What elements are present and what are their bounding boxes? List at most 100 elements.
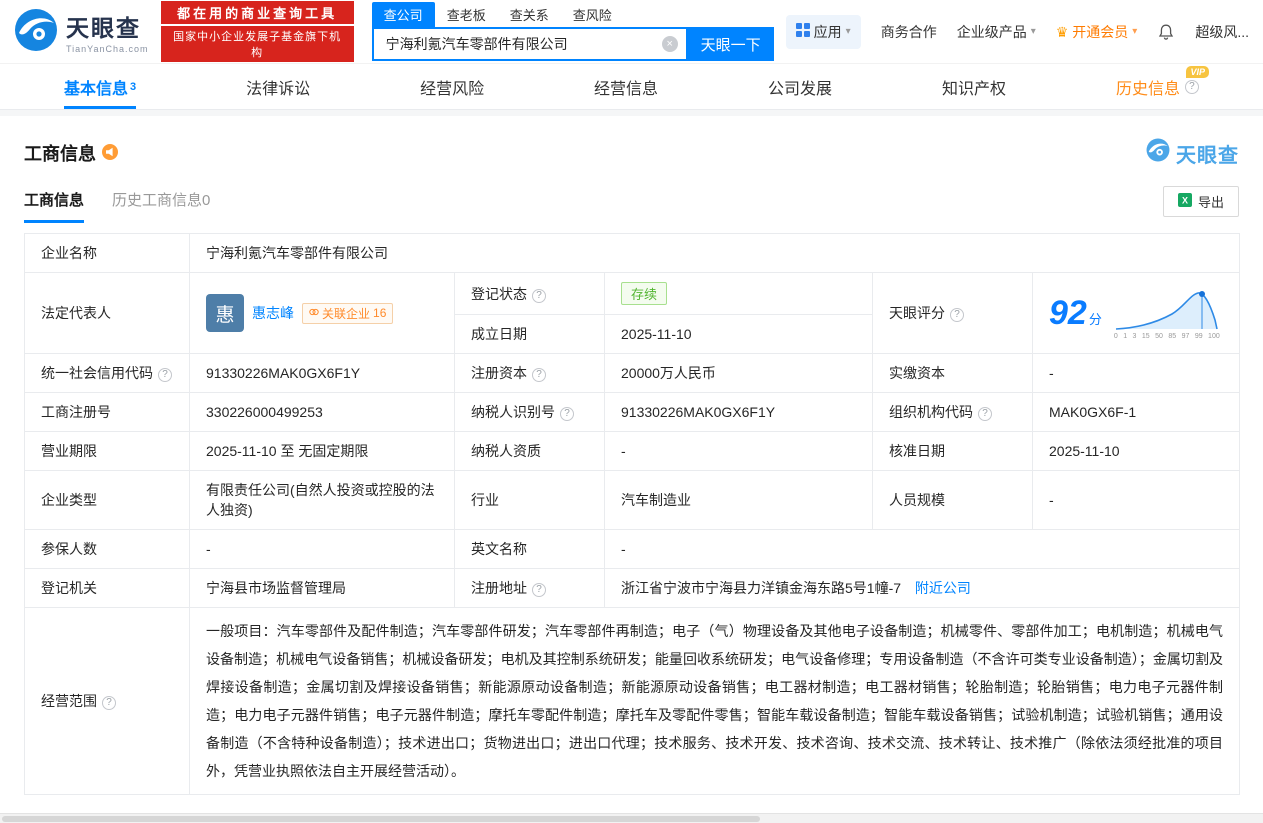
- business-term-value: 2025-11-10 至 无固定期限: [189, 431, 455, 471]
- logo-subtitle: TianYanCha.com: [66, 44, 149, 54]
- watermark-text: 天眼查: [1176, 144, 1239, 167]
- approve-date-value: 2025-11-10: [1032, 431, 1240, 471]
- industry-value: 汽车制造业: [604, 470, 873, 530]
- search-box: ×: [371, 27, 688, 61]
- english-name-label: 英文名称: [454, 529, 605, 569]
- help-icon[interactable]: ?: [532, 288, 546, 303]
- watermark-logo: 天眼查: [1146, 138, 1239, 168]
- brand-slogan: 都在用的商业查询工具 国家中小企业发展子基金旗下机构: [160, 1, 354, 62]
- megaphone-icon[interactable]: [102, 143, 118, 163]
- search-tab-relation[interactable]: 查关系: [498, 2, 561, 27]
- company-section-tabs: 基本信息 3 法律诉讼 经营风险 经营信息 公司发展 知识产权 历史信息 ? VI…: [0, 64, 1263, 110]
- approve-date-label: 核准日期: [872, 431, 1033, 471]
- taxpayer-quality-value: -: [604, 431, 873, 471]
- org-code-value: MAK0GX6F-1: [1032, 392, 1240, 432]
- caret-down-icon: ▾: [1132, 26, 1138, 37]
- search-button[interactable]: 天眼一下: [687, 27, 774, 61]
- help-icon[interactable]: ?: [532, 368, 546, 382]
- search-tabs: 查公司 查老板 查关系 查风险: [371, 2, 774, 27]
- company-name-value: 宁海利氪汽车零部件有限公司: [189, 233, 1240, 273]
- reg-status-value: 存续: [604, 272, 873, 315]
- legal-rep-cell: 惠 惠志峰 关联企业 16: [189, 272, 455, 354]
- taxpayer-no-value: 91330226MAK0GX6F1Y: [604, 392, 873, 432]
- clear-search-icon[interactable]: ×: [661, 36, 678, 52]
- help-icon[interactable]: ?: [532, 583, 546, 597]
- slogan-line-1: 都在用的商业查询工具: [160, 1, 354, 24]
- tab-history-info[interactable]: 历史信息 ? VIP: [1116, 64, 1209, 109]
- apps-label: 应用: [813, 23, 842, 40]
- link-icon: [309, 306, 319, 320]
- nav-open-vip[interactable]: ♛ 开通会员 ▾: [1056, 22, 1138, 42]
- help-icon[interactable]: ?: [950, 308, 964, 322]
- search-input[interactable]: [383, 35, 662, 53]
- table-row: 参保人数 - 英文名称 -: [24, 529, 1240, 569]
- subtabs: 工商信息 历史工商信息0: [24, 189, 210, 223]
- taxpayer-no-label: 纳税人识别号?: [454, 392, 605, 432]
- help-icon[interactable]: ?: [102, 696, 116, 710]
- score-distribution-chart: 0 1 3 15 50 85 97 99 100: [1114, 286, 1220, 340]
- tab-legal-lawsuits[interactable]: 法律诉讼: [246, 64, 310, 109]
- excel-icon: X: [1177, 193, 1192, 210]
- table-row: 营业期限 2025-11-10 至 无固定期限 纳税人资质 - 核准日期 202…: [24, 431, 1240, 471]
- help-icon[interactable]: ?: [978, 407, 992, 421]
- insured-num-label: 参保人数: [24, 529, 190, 569]
- help-icon[interactable]: ?: [560, 407, 574, 421]
- search-tab-company[interactable]: 查公司: [371, 2, 435, 27]
- search-tab-risk[interactable]: 查风险: [561, 2, 624, 27]
- table-row: 统一社会信用代码? 91330226MAK0GX6F1Y 注册资本? 20000…: [24, 353, 1240, 393]
- establish-date-label: 成立日期: [454, 314, 605, 354]
- reg-status-label: 登记状态?: [454, 272, 605, 315]
- tab-intellectual-property[interactable]: 知识产权: [942, 64, 1006, 109]
- business-info-table: 企业名称 宁海利氪汽车零部件有限公司 法定代表人 惠 惠志峰 关联企业 16 登…: [24, 233, 1240, 795]
- nav-super-risk[interactable]: 超级风...: [1195, 22, 1249, 42]
- slogan-line-2: 国家中小企业发展子基金旗下机构: [160, 26, 354, 62]
- related-companies-badge[interactable]: 关联企业 16: [302, 302, 394, 324]
- related-count: 16: [373, 306, 387, 320]
- table-row: 企业类型 有限责任公司(自然人投资或控股的法人独资) 行业 汽车制造业 人员规模…: [24, 470, 1240, 530]
- insured-num-value: -: [189, 529, 455, 569]
- legal-rep-name[interactable]: 惠志峰: [252, 303, 294, 323]
- nearby-companies-link[interactable]: 附近公司: [915, 580, 971, 596]
- apps-menu[interactable]: 应用 ▾: [785, 14, 861, 49]
- tianyan-score[interactable]: 92 分: [1049, 296, 1102, 330]
- caret-down-icon: ▾: [845, 26, 851, 37]
- notification-bell-icon[interactable]: [1157, 23, 1175, 41]
- reg-authority-value: 宁海县市场监督管理局: [189, 568, 455, 608]
- nav-enterprise[interactable]: 企业级产品 ▾: [957, 22, 1036, 42]
- tab-company-development[interactable]: 公司发展: [768, 64, 832, 109]
- company-name-label: 企业名称: [24, 233, 190, 273]
- top-header: 天眼查 TianYanCha.com 都在用的商业查询工具 国家中小企业发展子基…: [0, 0, 1263, 64]
- svg-text:X: X: [1182, 196, 1188, 206]
- tianyancha-logo[interactable]: 天眼查 TianYanCha.com: [14, 8, 149, 55]
- table-row: 法定代表人 惠 惠志峰 关联企业 16 登记状态? 存续 天眼评分 ? 92 分…: [24, 272, 1240, 354]
- reg-capital-value: 20000万人民币: [604, 353, 873, 393]
- score-cell: 92 分 0 1 3 15 50 85 97 99 100: [1032, 272, 1240, 354]
- horizontal-scrollbar[interactable]: [0, 813, 1263, 823]
- establish-date-value: 2025-11-10: [604, 314, 873, 354]
- subtab-business-info[interactable]: 工商信息: [24, 189, 85, 223]
- subtab-history-business-info[interactable]: 历史工商信息0: [112, 189, 210, 223]
- apps-grid-icon: [795, 23, 810, 40]
- section-title: 工商信息: [24, 144, 96, 164]
- paid-capital-label: 实缴资本: [872, 353, 1033, 393]
- table-row: 经营范围? 一般项目：汽车零部件及配件制造；汽车零部件研发；汽车零部件再制造；电…: [24, 607, 1240, 795]
- nav-cooperation[interactable]: 商务合作: [881, 22, 937, 42]
- export-button[interactable]: X 导出: [1162, 186, 1239, 217]
- legal-rep-avatar[interactable]: 惠: [206, 294, 244, 332]
- legal-rep-label: 法定代表人: [24, 272, 190, 354]
- enterprise-label: 企业级产品: [956, 23, 1027, 40]
- scrollbar-thumb[interactable]: [2, 816, 760, 822]
- help-icon[interactable]: ?: [1184, 79, 1199, 94]
- tab-basic-info[interactable]: 基本信息 3: [64, 64, 137, 109]
- company-type-value: 有限责任公司(自然人投资或控股的法人独资): [189, 470, 455, 530]
- business-scope-value: 一般项目：汽车零部件及配件制造；汽车零部件研发；汽车零部件再制造；电子（气）物理…: [189, 607, 1240, 795]
- help-icon[interactable]: ?: [158, 368, 172, 382]
- crown-icon: ♛: [1055, 23, 1069, 40]
- tab-count: 3: [130, 80, 137, 93]
- tab-operating-risk[interactable]: 经营风险: [420, 64, 484, 109]
- paid-capital-value: -: [1032, 353, 1240, 393]
- score-axis-ticks: 0 1 3 15 50 85 97 99 100: [1113, 333, 1220, 340]
- tab-operating-info[interactable]: 经营信息: [594, 64, 658, 109]
- reg-address-value: 浙江省宁波市宁海县力洋镇金海东路5号1幢-7 附近公司: [604, 568, 1240, 608]
- search-tab-boss[interactable]: 查老板: [435, 2, 498, 27]
